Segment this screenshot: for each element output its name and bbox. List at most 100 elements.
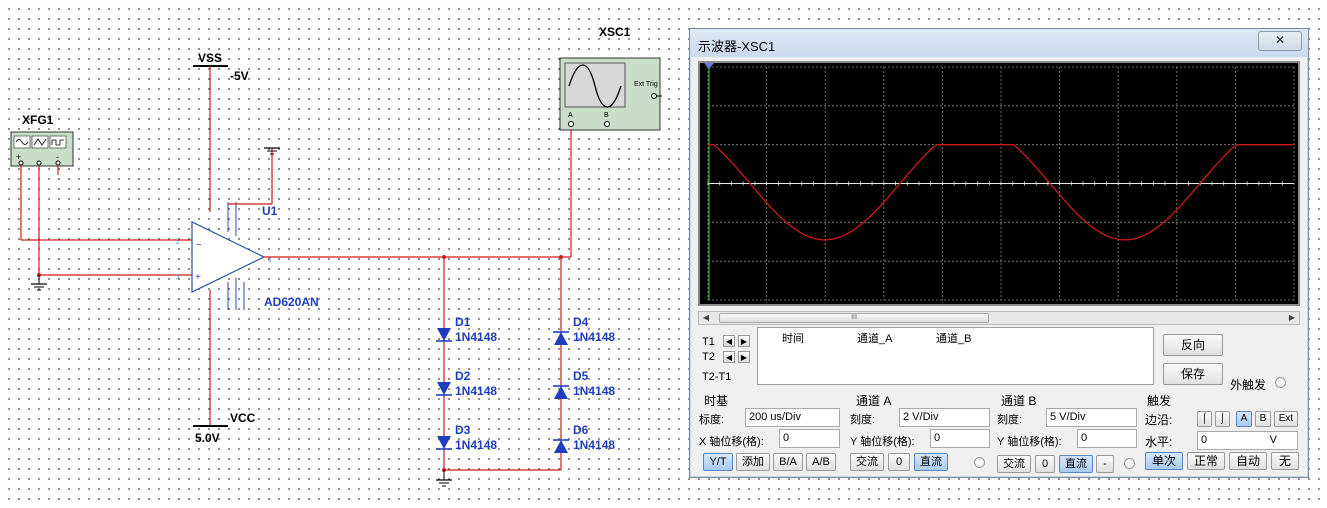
vss-supply[interactable]: VSS -5V	[193, 51, 249, 212]
t2-right-arrow-icon[interactable]: ▶	[738, 351, 750, 363]
oscilloscope-window[interactable]: 示波器-XSC1 ✕ ◀ III ▶ T1 ◀ ▶ T2 ◀ ▶ T2-T1 时…	[689, 28, 1309, 478]
svg-text:−: −	[196, 240, 202, 251]
scroll-left-icon[interactable]: ◀	[699, 312, 713, 324]
trigger-source-a-button[interactable]: A	[1236, 411, 1252, 427]
oscilloscope-xsc1-icon[interactable]: XSC1 Ext Trig A B	[559, 25, 662, 131]
ground-opamp-ref	[228, 147, 280, 205]
trigger-source-ext-button[interactable]: Ext	[1274, 411, 1298, 427]
channel-b-ypos-input[interactable]: 0	[1077, 429, 1137, 448]
vcc-supply[interactable]: VCC 5.0V	[193, 290, 256, 445]
mode-ba-button[interactable]: B/A	[773, 453, 803, 471]
channel-b-radio[interactable]	[1124, 458, 1135, 469]
t2-left-arrow-icon[interactable]: ◀	[723, 351, 735, 363]
trigger-none-button[interactable]: 无	[1271, 452, 1299, 470]
vss-value: -5V	[230, 69, 249, 83]
t1-right-arrow-icon[interactable]: ▶	[738, 335, 750, 347]
diode-d6[interactable]: D6 1N4148	[553, 423, 615, 453]
channel-a-ypos-input[interactable]: 0	[930, 429, 990, 448]
display-scrollbar[interactable]: ◀ III ▶	[698, 311, 1300, 325]
channel-a-scale-label: 刻度:	[850, 414, 876, 426]
svg-text:D3: D3	[455, 423, 471, 437]
svg-text:+: +	[16, 152, 21, 162]
channel-a-ypos-label: Y 轴位移(格):	[850, 436, 915, 448]
trigger-level-input[interactable]: 0 V	[1197, 431, 1298, 450]
channel-b-title: 通道 B	[1001, 394, 1037, 408]
svg-text:D2: D2	[455, 369, 471, 383]
ground-diodes	[436, 470, 452, 487]
channel-a-radio[interactable]	[974, 457, 985, 468]
trigger-source-b-button[interactable]: B	[1255, 411, 1271, 427]
diode-d4[interactable]: D4 1N4148	[553, 315, 615, 345]
t2-label: T2	[702, 351, 715, 363]
scope-display[interactable]	[698, 61, 1300, 306]
xfg1-label: XFG1	[22, 113, 54, 127]
channel-b-dc-button[interactable]: 直流	[1059, 455, 1093, 473]
diode-d2[interactable]: D2 1N4148	[436, 369, 497, 398]
channel-b-zero-button[interactable]: 0	[1035, 455, 1055, 473]
reverse-button[interactable]: 反向	[1163, 334, 1223, 356]
trigger-auto-button[interactable]: 自动	[1229, 452, 1267, 470]
diode-d3[interactable]: D3 1N4148	[436, 423, 497, 452]
channel-b-scale-input[interactable]: 5 V/Div	[1046, 408, 1137, 427]
svg-text:3: 3	[176, 275, 180, 281]
scroll-right-icon[interactable]: ▶	[1285, 312, 1299, 324]
vcc-label: VCC	[230, 411, 256, 425]
trigger-falling-edge-icon[interactable]: ⌡	[1215, 411, 1230, 427]
channel-a-ac-button[interactable]: 交流	[850, 453, 884, 471]
svg-text:A: A	[568, 112, 573, 119]
xsc1-label: XSC1	[599, 25, 631, 39]
save-button[interactable]: 保存	[1163, 363, 1223, 385]
svg-text:D1: D1	[455, 315, 471, 329]
ground-left	[31, 275, 47, 291]
cursor-readout-panel: 时间 通道_A 通道_B	[757, 327, 1154, 385]
channel-b-ac-button[interactable]: 交流	[997, 455, 1031, 473]
trigger-level-value: 0	[1201, 434, 1208, 446]
svg-text:D4: D4	[573, 315, 589, 329]
svg-text:2: 2	[176, 240, 180, 246]
opamp-ad620an[interactable]: − + 2 3 6 U1 AD620AN	[176, 202, 319, 310]
diode-d5[interactable]: D5 1N4148	[553, 369, 615, 399]
timebase-xpos-label: X 轴位移(格):	[699, 436, 764, 448]
t1-label: T1	[702, 336, 715, 348]
trigger-normal-button[interactable]: 正常	[1187, 452, 1225, 470]
svg-text:1N4148: 1N4148	[455, 438, 497, 452]
opamp-part-label: AD620AN	[264, 295, 319, 309]
window-titlebar[interactable]: 示波器-XSC1 ✕	[690, 29, 1308, 57]
svg-text:-: -	[56, 152, 59, 162]
readout-channel-a-header: 通道_A	[857, 333, 893, 345]
t1-left-arrow-icon[interactable]: ◀	[723, 335, 735, 347]
trigger-edge-label: 边沿:	[1145, 413, 1173, 427]
readout-channel-b-header: 通道_B	[936, 333, 972, 345]
ext-trigger-radio[interactable]	[1275, 377, 1286, 388]
input-wires	[20, 165, 192, 276]
trigger-level-unit: V	[1269, 434, 1277, 446]
scroll-thumb[interactable]: III	[719, 313, 989, 323]
mode-add-button[interactable]: 添加	[736, 453, 770, 471]
svg-text:B: B	[604, 112, 609, 119]
window-title: 示波器-XSC1	[698, 39, 776, 54]
svg-text:1N4148: 1N4148	[455, 384, 497, 398]
svg-text:1N4148: 1N4148	[573, 330, 615, 344]
timebase-scale-input[interactable]: 200 us/Div	[745, 408, 840, 427]
vss-label: VSS	[198, 51, 222, 65]
mode-yt-button[interactable]: Y/T	[703, 453, 733, 471]
svg-text:D5: D5	[573, 369, 589, 383]
channel-b-scale-label: 刻度:	[997, 414, 1023, 426]
channel-b-ypos-label: Y 轴位移(格):	[997, 436, 1062, 448]
timebase-xpos-input[interactable]: 0	[779, 429, 840, 448]
channel-a-zero-button[interactable]: 0	[888, 453, 910, 471]
close-button[interactable]: ✕	[1258, 31, 1302, 51]
function-generator-xfg1[interactable]: XFG1 + -	[10, 113, 74, 167]
mode-ab-button[interactable]: A/B	[806, 453, 836, 471]
channel-a-title: 通道 A	[856, 394, 892, 408]
channel-b-invert-button[interactable]: -	[1096, 455, 1114, 473]
cursor-t1-marker-icon	[704, 63, 714, 69]
trigger-rising-edge-icon[interactable]: ⌠	[1197, 411, 1212, 427]
diode-d1[interactable]: D1 1N4148	[436, 315, 497, 344]
timebase-scale-label: 标度:	[699, 414, 725, 426]
vcc-value: 5.0V	[195, 431, 220, 445]
channel-a-scale-input[interactable]: 2 V/Div	[899, 408, 990, 427]
channel-a-dc-button[interactable]: 直流	[914, 453, 948, 471]
trigger-single-button[interactable]: 单次	[1145, 452, 1183, 470]
timebase-title: 时基	[704, 394, 729, 408]
